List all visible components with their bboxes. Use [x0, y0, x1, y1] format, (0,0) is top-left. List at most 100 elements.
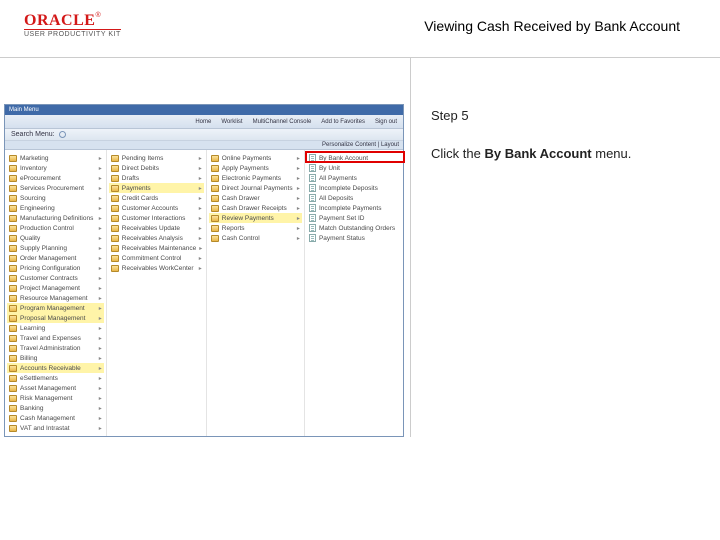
- menu-item-label: Receivables Maintenance: [122, 245, 196, 252]
- menu-item-label: Cash Control: [222, 235, 260, 242]
- folder-icon: [111, 255, 119, 262]
- menu-item[interactable]: Payments▸: [109, 183, 204, 193]
- menu-item[interactable]: Cash Drawer Receipts▸: [209, 203, 302, 213]
- menu-item[interactable]: Accounts Receivable▸: [7, 363, 104, 373]
- menu-item[interactable]: By Bank Account: [307, 153, 401, 163]
- personalize-bar: Personalize Content | Layout: [5, 141, 403, 150]
- menu-item[interactable]: Learning▸: [7, 323, 104, 333]
- menu-item[interactable]: Commitment Control▸: [109, 253, 204, 263]
- menu-item[interactable]: All Deposits: [307, 193, 401, 203]
- submenu-arrow-icon: ▸: [196, 245, 202, 252]
- submenu-arrow-icon: ▸: [294, 195, 300, 202]
- folder-icon: [9, 425, 17, 432]
- main-menu-tab[interactable]: Main Menu: [9, 107, 39, 113]
- menu-item[interactable]: Receivables Analysis▸: [109, 233, 204, 243]
- menu-item[interactable]: Review Payments ▸: [209, 213, 302, 223]
- menu-item[interactable]: Banking▸: [7, 403, 104, 413]
- menu-item[interactable]: Receivables WorkCenter▸: [109, 263, 204, 273]
- folder-icon: [9, 305, 17, 312]
- add-favorites-link[interactable]: Add to Favorites: [321, 119, 365, 125]
- menu-item[interactable]: Receivables Update▸: [109, 223, 204, 233]
- menu-item[interactable]: Incomplete Payments: [307, 203, 401, 213]
- menu-item[interactable]: VAT and Intrastat▸: [7, 423, 104, 433]
- menu-item[interactable]: Order Management▸: [7, 253, 104, 263]
- menu-item[interactable]: eProcurement▸: [7, 173, 104, 183]
- menu-item[interactable]: Program Management▸: [7, 303, 104, 313]
- menu-item[interactable]: Billing▸: [7, 353, 104, 363]
- multichannel-link[interactable]: MultiChannel Console: [253, 119, 312, 125]
- menu-item[interactable]: Pricing Configuration▸: [7, 263, 104, 273]
- menu-item[interactable]: Pending Items▸: [109, 153, 204, 163]
- menu-item[interactable]: Project Management▸: [7, 283, 104, 293]
- home-link[interactable]: Home: [195, 119, 211, 125]
- worklist-link[interactable]: Worklist: [221, 119, 242, 125]
- menu-item-label: Billing: [20, 355, 37, 362]
- menu-item[interactable]: Proposal Management▸: [7, 313, 104, 323]
- document-icon: [309, 214, 316, 222]
- menu-item[interactable]: Services Procurement▸: [7, 183, 104, 193]
- menu-item-label: Travel Administration: [20, 345, 80, 352]
- logo-sub-text: USER PRODUCTIVITY KIT: [24, 29, 121, 38]
- menu-item[interactable]: Cash Drawer▸: [209, 193, 302, 203]
- menu-item[interactable]: Travel Administration▸: [7, 343, 104, 353]
- menu-item[interactable]: Production Control▸: [7, 223, 104, 233]
- menu-item[interactable]: Electronic Payments▸: [209, 173, 302, 183]
- menu-item[interactable]: Receivables Maintenance▸: [109, 243, 204, 253]
- submenu-arrow-icon: ▸: [294, 155, 300, 162]
- menu-item[interactable]: Direct Debits▸: [109, 163, 204, 173]
- menu-item[interactable]: eSettlements▸: [7, 373, 104, 383]
- menu-item[interactable]: Apply Payments▸: [209, 163, 302, 173]
- page-header: ORACLE® USER PRODUCTIVITY KIT Viewing Ca…: [0, 0, 720, 58]
- sign-out-link[interactable]: Sign out: [375, 119, 397, 125]
- submenu-arrow-icon: ▸: [96, 415, 102, 422]
- folder-icon: [211, 225, 219, 232]
- folder-icon: [9, 165, 17, 172]
- menu-item[interactable]: Customer Interactions▸: [109, 213, 204, 223]
- menu-item[interactable]: By Unit: [307, 163, 401, 173]
- refresh-icon[interactable]: [59, 131, 66, 138]
- folder-icon: [9, 285, 17, 292]
- submenu-arrow-icon: ▸: [294, 235, 300, 242]
- menu-item[interactable]: Credit Cards▸: [109, 193, 204, 203]
- folder-icon: [211, 195, 219, 202]
- menu-item[interactable]: Customer Contracts▸: [7, 273, 104, 283]
- menu-item[interactable]: Asset Management▸: [7, 383, 104, 393]
- menu-item[interactable]: Match Outstanding Orders: [307, 223, 401, 233]
- menu-item[interactable]: Travel and Expenses▸: [7, 333, 104, 343]
- menu-item[interactable]: Reports▸: [209, 223, 302, 233]
- menu-item[interactable]: Drafts▸: [109, 173, 204, 183]
- menu-item-label: By Unit: [319, 165, 340, 172]
- menu-item[interactable]: Quality▸: [7, 233, 104, 243]
- menu-item[interactable]: Sourcing▸: [7, 193, 104, 203]
- menu-item[interactable]: Risk Management▸: [7, 393, 104, 403]
- menu-item[interactable]: Inventory▸: [7, 163, 104, 173]
- menu-item[interactable]: Customer Accounts▸: [109, 203, 204, 213]
- menu-item[interactable]: Payment Set ID: [307, 213, 401, 223]
- menu-item[interactable]: Online Payments▸: [209, 153, 302, 163]
- menu-item[interactable]: Cash Management▸: [7, 413, 104, 423]
- personalize-link[interactable]: Personalize Content | Layout: [322, 142, 399, 148]
- submenu-arrow-icon: ▸: [196, 255, 202, 262]
- submenu-arrow-icon: ▸: [294, 225, 300, 232]
- menu-item-label: Inventory: [20, 165, 47, 172]
- menu-item[interactable]: All Payments: [307, 173, 401, 183]
- folder-icon: [9, 335, 17, 342]
- menu-item[interactable]: Cash Control ▸: [209, 233, 302, 243]
- menu-item[interactable]: Supply Planning▸: [7, 243, 104, 253]
- menu-item-label: Incomplete Payments: [319, 205, 382, 212]
- menu-item-label: Review Payments: [222, 215, 274, 222]
- folder-icon: [211, 155, 219, 162]
- submenu-arrow-icon: ▸: [294, 215, 300, 222]
- menu-item[interactable]: Marketing▸: [7, 153, 104, 163]
- menu-item-label: Pricing Configuration: [20, 265, 80, 272]
- folder-icon: [9, 215, 17, 222]
- menu-item[interactable]: Manufacturing Definitions▸: [7, 213, 104, 223]
- menu-item[interactable]: Engineering▸: [7, 203, 104, 213]
- menu-item[interactable]: Direct Journal Payments▸: [209, 183, 302, 193]
- menu-item[interactable]: Payment Status: [307, 233, 401, 243]
- peoplesoft-window: Main Menu Home Worklist MultiChannel Con…: [4, 104, 404, 437]
- menu-item[interactable]: Incomplete Deposits: [307, 183, 401, 193]
- folder-icon: [211, 215, 219, 222]
- folder-icon: [111, 225, 119, 232]
- menu-item[interactable]: Resource Management▸: [7, 293, 104, 303]
